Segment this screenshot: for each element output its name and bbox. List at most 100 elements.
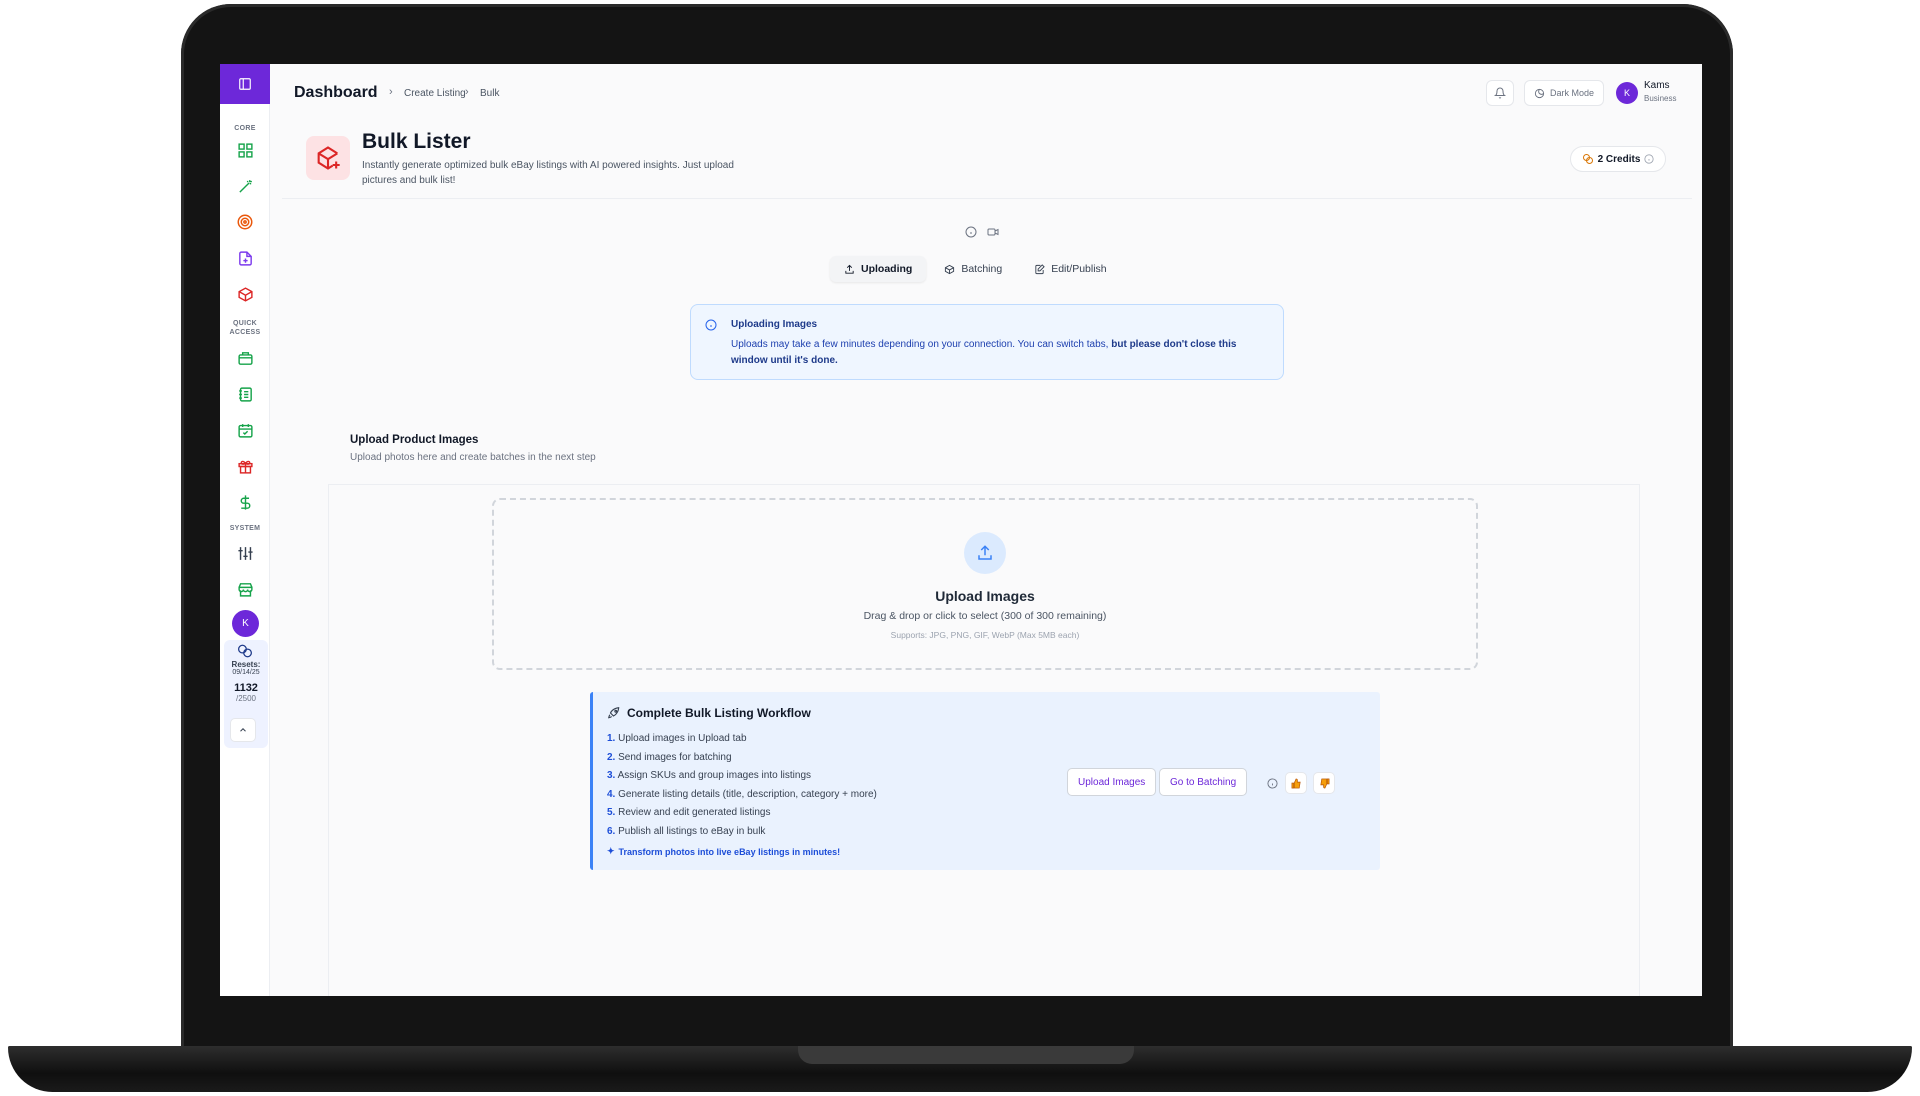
upload-icon — [964, 532, 1006, 574]
breadcrumb-separator-icon: › — [465, 86, 469, 98]
dropzone-title: Upload Images — [935, 588, 1035, 604]
step-text: Review and edit generated listings — [618, 807, 771, 818]
target-icon — [237, 214, 253, 230]
tab-label: Batching — [961, 263, 1003, 275]
thumbs-down-button[interactable] — [1313, 772, 1335, 794]
dropzone-subtitle: Drag & drop or click to select (300 of 3… — [863, 610, 1107, 622]
dashboard-icon — [237, 142, 253, 158]
step-number: 1. — [607, 733, 616, 744]
dropzone-note: Supports: JPG, PNG, GIF, WebP (Max 5MB e… — [890, 630, 1080, 640]
calendar-check-icon — [237, 423, 253, 438]
moon-icon — [1534, 88, 1545, 98]
step-text: Publish all listings to eBay in bulk — [618, 825, 766, 837]
credits-label: 2 Credits — [1597, 153, 1641, 165]
edit-icon — [1035, 263, 1045, 274]
sidebar-item-pricing[interactable] — [230, 487, 260, 517]
step-text: Generate listing details (title, descrip… — [618, 788, 877, 800]
page-header-title[interactable]: Dashboard — [294, 84, 378, 102]
credits-badge[interactable]: 2 Credits — [1570, 146, 1666, 172]
breadcrumb-create-listing[interactable]: Create Listing — [404, 88, 466, 99]
chevron-up-icon — [240, 728, 246, 732]
step-text: Upload images in Upload tab — [618, 733, 747, 744]
video-icon[interactable] — [987, 226, 999, 238]
step-text: Assign SKUs and group images into listin… — [617, 770, 812, 781]
sidebar-item-ai-tools[interactable] — [230, 171, 260, 201]
tab-label: Uploading — [861, 263, 913, 275]
workflow-step: 3. Assign SKUs and group images into lis… — [607, 767, 877, 786]
box-icon — [945, 264, 955, 274]
workflow-title: Complete Bulk Listing Workflow — [607, 706, 811, 720]
workflow-tabs: Uploading Batching Edit/Publish — [830, 256, 1121, 284]
sidebar-section-quick-access-2: ACCESS — [229, 329, 261, 336]
thumbs-up-button[interactable] — [1285, 772, 1307, 794]
sidebar-item-dashboard[interactable] — [230, 135, 260, 165]
page-subtitle: Instantly generate optimized bulk eBay l… — [362, 160, 734, 186]
info-text-main: Uploads may take a few minutes depending… — [731, 339, 1109, 350]
header-user-avatar[interactable]: K — [1616, 82, 1638, 104]
sidebar-item-store[interactable] — [230, 343, 260, 373]
image-dropzone[interactable]: Upload Images Drag & drop or click to se… — [492, 498, 1478, 670]
upload-info-alert: Uploading Images Uploads may take a few … — [690, 304, 1284, 380]
workflow-card: Complete Bulk Listing Workflow 1. Upload… — [590, 692, 1380, 870]
sidebar-item-gift[interactable] — [230, 451, 260, 481]
bulk-lister-icon — [306, 136, 350, 180]
sidebar-expand-button[interactable] — [230, 718, 256, 742]
workflow-step: 6. Publish all listings to eBay in bulk — [607, 823, 877, 842]
usage-limit: /2500 — [235, 694, 257, 703]
step-number: 6. — [607, 825, 616, 837]
sidebar-item-create-listing[interactable] — [230, 243, 260, 273]
upload-icon — [845, 264, 854, 274]
dark-mode-toggle[interactable]: Dark Mode — [1524, 80, 1604, 106]
tab-label: Edit/Publish — [1051, 263, 1107, 275]
sidebar-item-settings[interactable] — [230, 538, 260, 568]
file-plus-icon — [238, 250, 252, 266]
info-icon — [705, 319, 717, 331]
info-icon[interactable] — [965, 226, 977, 238]
sliders-icon — [237, 546, 253, 560]
usage-count: 1132 — [234, 682, 258, 694]
sidebar-item-storefront[interactable] — [230, 574, 260, 604]
laptop-notch — [798, 1046, 1134, 1064]
step-number: 3. — [607, 770, 616, 781]
upload-images-button[interactable]: Upload Images — [1067, 768, 1157, 796]
workflow-title-text: Complete Bulk Listing Workflow — [627, 706, 811, 720]
workflow-step: 1. Upload images in Upload tab — [607, 730, 877, 749]
user-name: Kams — [1644, 80, 1670, 91]
thumbs-down-icon — [1319, 778, 1329, 788]
sidebar-item-calendar[interactable] — [230, 415, 260, 445]
storefront-icon — [237, 582, 253, 597]
info-icon — [1644, 154, 1654, 164]
go-to-batching-button[interactable]: Go to Batching — [1159, 768, 1248, 796]
user-avatar[interactable]: K — [232, 610, 259, 637]
sidebar-item-bulk[interactable] — [230, 279, 260, 309]
info-icon — [1266, 777, 1278, 789]
sidebar-section-quick-access-1: QUICK — [232, 320, 258, 327]
step-number: 4. — [607, 788, 616, 800]
sidebar: CORE QUICK ACCESS SYSTEM Resets: 09/14/2… — [220, 64, 270, 996]
package-plus-icon — [237, 286, 253, 302]
info-title: Uploading Images — [731, 319, 818, 330]
workflow-step: 4. Generate listing details (title, desc… — [607, 786, 877, 805]
upload-section-subtitle: Upload photos here and create batches in… — [350, 452, 596, 463]
notifications-button[interactable] — [1486, 80, 1514, 106]
gift-icon — [237, 460, 253, 474]
step-number: 2. — [607, 751, 616, 763]
app-screen: CORE QUICK ACCESS SYSTEM Resets: 09/14/2… — [220, 64, 1702, 996]
upload-section-title: Upload Product Images — [350, 434, 479, 446]
dark-mode-label: Dark Mode — [1549, 88, 1594, 98]
sidebar-item-target[interactable] — [230, 207, 260, 237]
dollar-icon — [240, 494, 250, 510]
usage-resets-date: 09/14/25 — [232, 669, 260, 676]
info-text: Uploads may take a few minutes depending… — [731, 337, 1271, 369]
thumbs-up-icon — [1291, 778, 1301, 788]
tab-uploading[interactable]: Uploading — [830, 256, 927, 282]
sidebar-toggle-button[interactable] — [220, 64, 270, 104]
tab-edit-publish[interactable]: Edit/Publish — [1020, 256, 1120, 282]
tab-batching[interactable]: Batching — [930, 256, 1016, 282]
workflow-steps: 1. Upload images in Upload tab 2. Send i… — [607, 730, 877, 841]
sidebar-item-notebook[interactable] — [230, 379, 260, 409]
sparkle-icon: ✦ — [607, 846, 615, 856]
workflow-info-button[interactable] — [1261, 772, 1283, 794]
sidebar-section-core: CORE — [234, 125, 256, 132]
coins-icon — [237, 644, 253, 663]
